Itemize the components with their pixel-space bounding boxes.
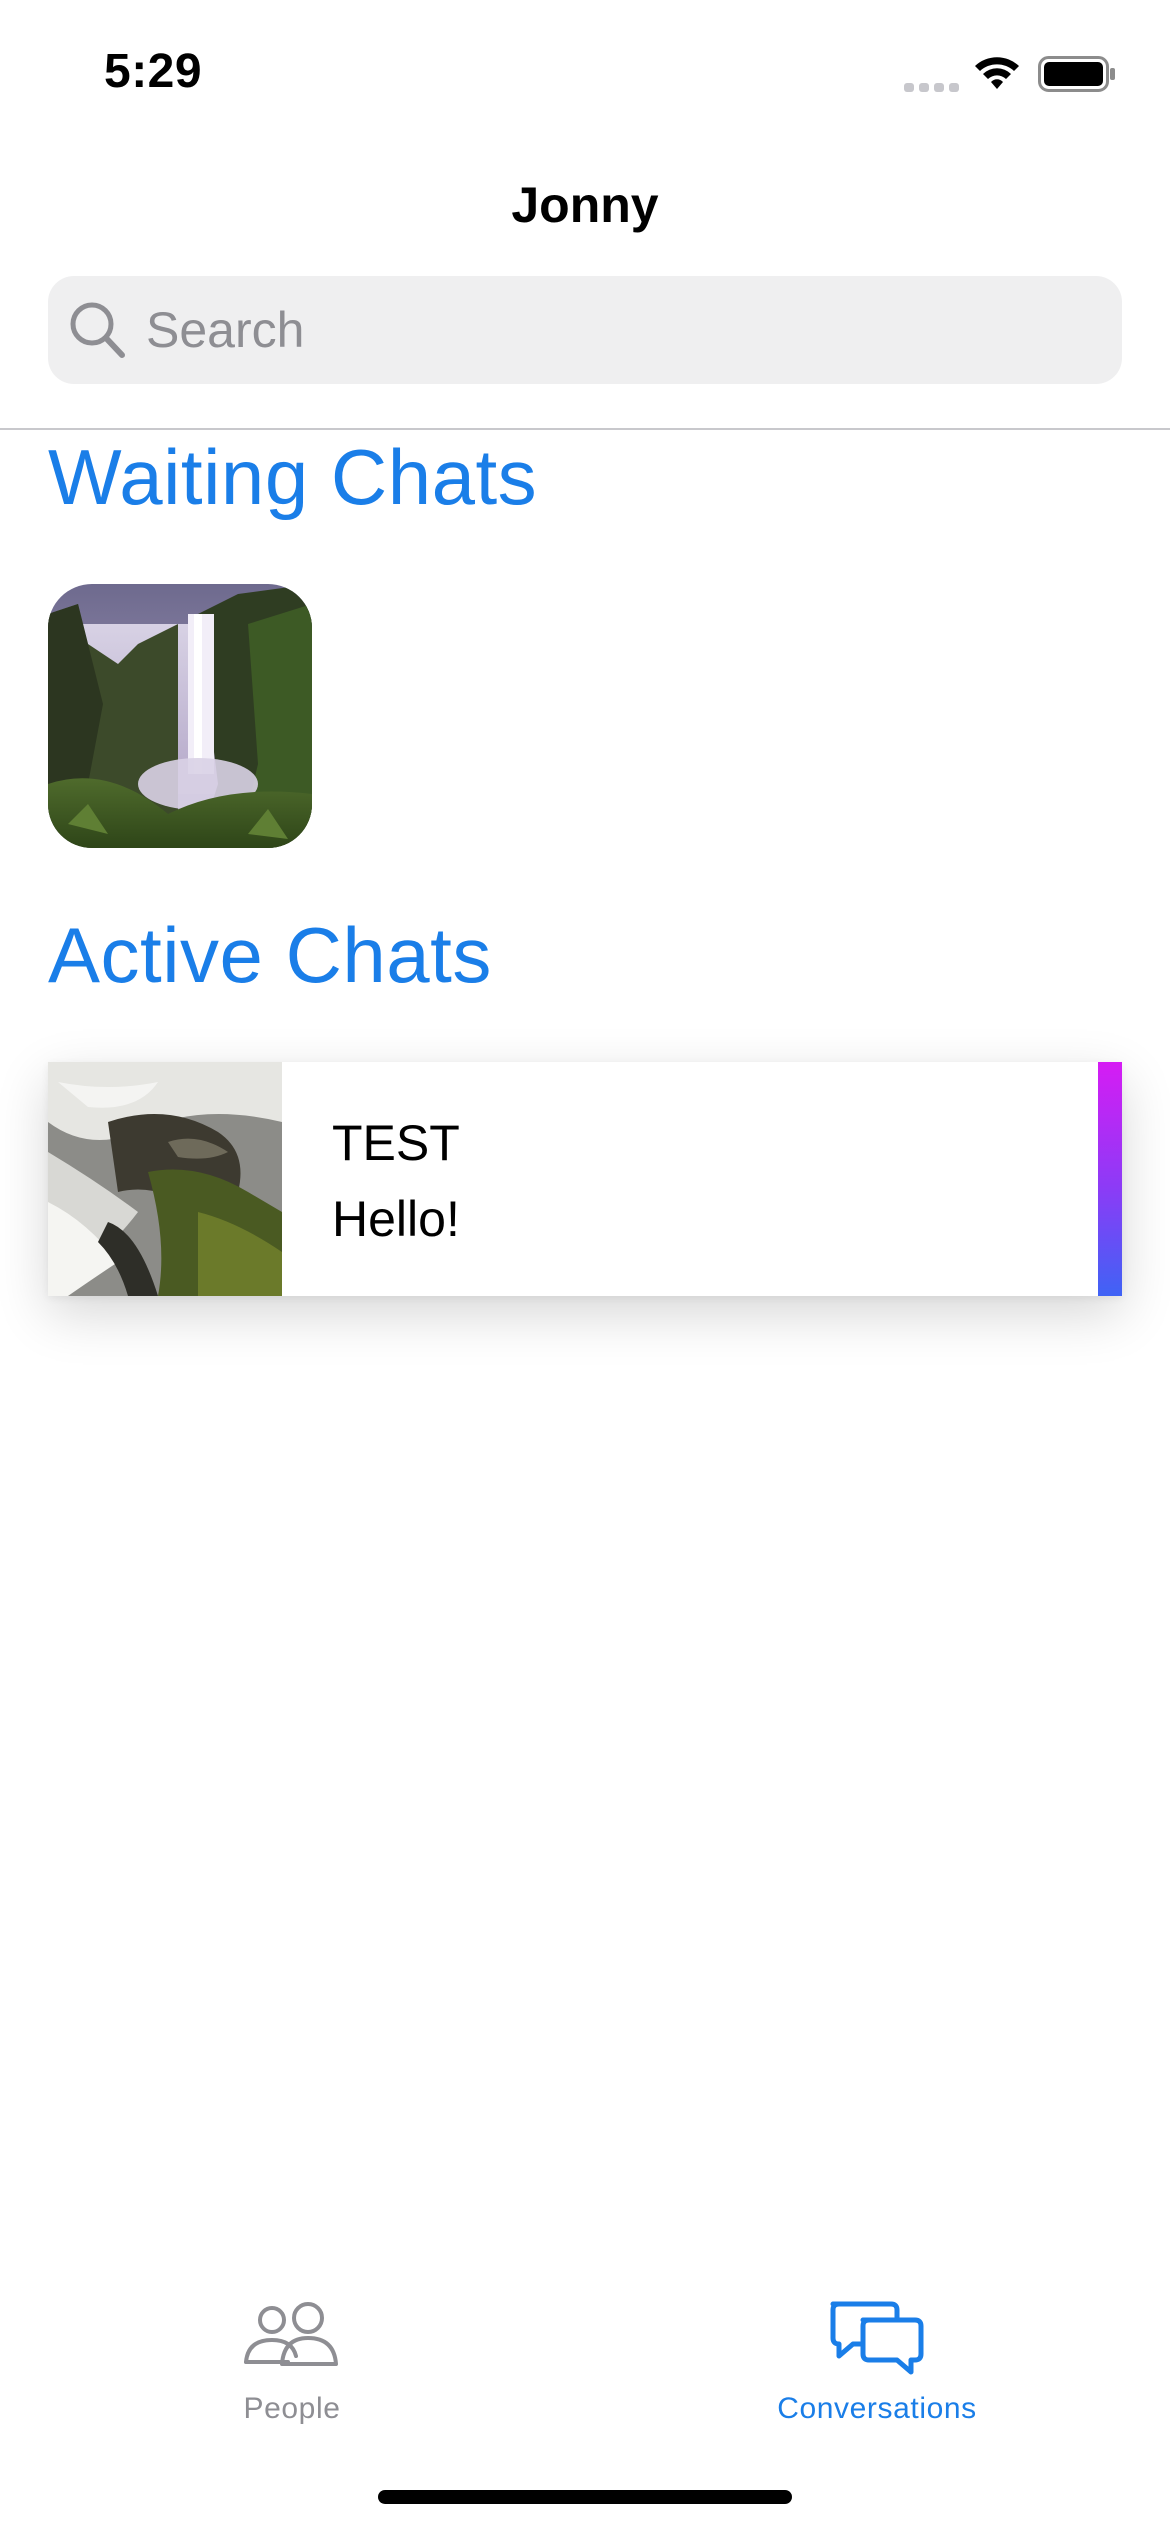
tab-people[interactable]: People [142, 2260, 442, 2440]
waiting-chats-heading: Waiting Chats [48, 433, 538, 521]
chat-thumbnail [48, 1062, 282, 1296]
active-chats-heading: Active Chats [48, 911, 492, 999]
page-title: Jonny [511, 177, 659, 233]
search-icon [70, 302, 125, 358]
wifi-icon [975, 57, 1019, 89]
search-bar[interactable] [48, 276, 1122, 384]
chat-last-message: Hello! [332, 1191, 460, 1247]
tab-conversations-label: Conversations [777, 2392, 977, 2425]
tab-conversations[interactable]: Conversations [727, 2260, 1027, 2440]
chat-bubbles-icon [830, 2301, 924, 2375]
waterfall-cliff-photo [48, 584, 312, 848]
signal-icon [904, 83, 959, 92]
chat-accent-bar [1098, 1062, 1122, 1296]
waterfall-rocks-photo [48, 1062, 282, 1296]
waiting-chat-item[interactable] [48, 584, 312, 848]
battery-icon [1038, 56, 1115, 92]
nav-divider [0, 428, 1170, 430]
home-indicator [378, 2490, 792, 2504]
active-chat-item[interactable]: TEST Hello! [48, 1062, 1122, 1296]
chat-name: TEST [332, 1115, 460, 1171]
people-icon [244, 2302, 338, 2366]
search-input[interactable] [138, 276, 1106, 384]
status-bar: 5:29 [0, 0, 1170, 140]
tab-people-label: People [243, 2392, 341, 2425]
status-time: 5:29 [104, 45, 203, 98]
